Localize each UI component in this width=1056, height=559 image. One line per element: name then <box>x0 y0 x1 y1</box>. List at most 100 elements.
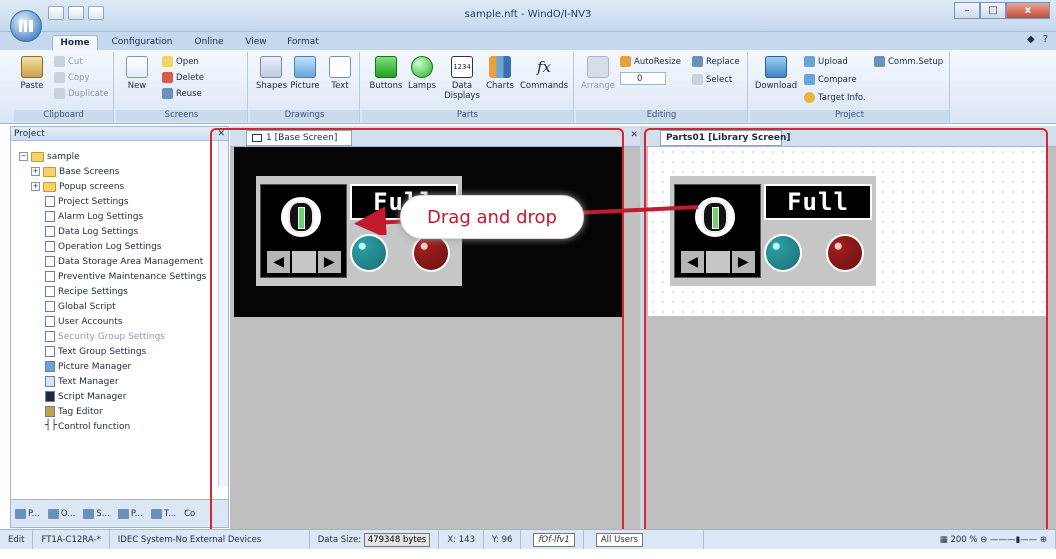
buttons-icon <box>375 56 397 78</box>
minimize-button[interactable]: – <box>954 2 980 19</box>
reuse-screen-button[interactable]: Reuse <box>162 88 202 99</box>
zoom-out-icon[interactable]: ⊖ <box>980 535 987 545</box>
data-displays-button[interactable]: 1234 Data Displays <box>442 56 482 101</box>
maximize-button[interactable]: □ <box>980 2 1006 19</box>
tab-configuration[interactable]: Configuration <box>104 35 180 50</box>
font-dropdown[interactable]: fOf-lfv1 <box>533 532 575 547</box>
select-button[interactable]: Select <box>692 74 732 85</box>
autoresize-value-field[interactable]: 0 <box>620 72 666 85</box>
status-device: IDEC System-No External Devices <box>110 529 310 550</box>
settings-doc-icon <box>45 256 55 267</box>
tree-node-operation-log[interactable]: Operation Log Settings <box>45 239 162 254</box>
comm-setup-icon <box>874 56 885 67</box>
app-logo-icon <box>19 20 33 32</box>
group-drawings: Shapes Picture Text Drawings <box>250 52 360 122</box>
status-users: All Users <box>584 529 704 550</box>
drag-and-drop-callout: Drag and drop <box>400 195 584 239</box>
tree-node-tag-editor[interactable]: Tag Editor <box>45 404 103 419</box>
status-font: fOf-lfv1 <box>521 529 584 550</box>
tab-view[interactable]: View <box>236 35 276 50</box>
project-pane-header: Project ✕ <box>11 127 228 141</box>
footer-tab-screens[interactable]: S... <box>83 508 110 519</box>
tree-node-recipe[interactable]: Recipe Settings <box>45 284 128 299</box>
screens-tab-icon <box>83 508 95 519</box>
download-button[interactable]: Download <box>754 56 798 91</box>
duplicate-button[interactable]: Duplicate <box>54 88 109 99</box>
arrange-button[interactable]: Arrange <box>580 56 616 91</box>
expand-icon[interactable]: + <box>31 167 40 176</box>
shapes-button[interactable]: Shapes <box>256 56 287 91</box>
target-info-button[interactable]: Target Info. <box>804 92 866 103</box>
folder-icon <box>31 151 44 162</box>
autoresize-button[interactable]: AutoResize <box>620 56 681 67</box>
fx-icon: fx <box>536 58 551 76</box>
editor-close-icon[interactable]: ✕ <box>630 130 638 140</box>
text-button[interactable]: Text <box>326 56 354 91</box>
tree-node-project-settings[interactable]: Project Settings <box>45 194 129 209</box>
open-screen-button[interactable]: Open <box>162 56 199 67</box>
tab-format[interactable]: Format <box>280 35 326 50</box>
data-displays-icon: 1234 <box>451 56 473 78</box>
upload-button[interactable]: Upload <box>804 56 848 67</box>
tree-node-text-manager[interactable]: Text Manager <box>45 374 119 389</box>
tree-node-control-function[interactable]: ┤├ Control function <box>45 419 130 434</box>
new-screen-button[interactable]: New <box>122 56 152 91</box>
settings-doc-icon <box>45 226 55 237</box>
group-label-clipboard: Clipboard <box>14 110 113 122</box>
group-label-drawings: Drawings <box>250 110 359 122</box>
delete-icon <box>162 72 173 83</box>
tree-node-user-accounts[interactable]: User Accounts <box>45 314 122 329</box>
tree-node-data-log[interactable]: Data Log Settings <box>45 224 138 239</box>
zoom-level: 200 % <box>950 534 978 545</box>
tree-node-popup-screens[interactable]: + Popup screens <box>31 179 124 194</box>
cut-button[interactable]: Cut <box>54 56 83 67</box>
cut-icon <box>54 56 65 67</box>
lamps-icon <box>411 56 433 78</box>
footer-tab-text[interactable]: T... <box>150 508 176 519</box>
tree-node-picture-manager[interactable]: Picture Manager <box>45 359 131 374</box>
style-icon[interactable]: ◆ <box>1027 34 1035 45</box>
settings-doc-icon <box>45 196 55 207</box>
tree-node-alarm-log[interactable]: Alarm Log Settings <box>45 209 143 224</box>
tab-online[interactable]: Online <box>186 35 232 50</box>
paste-button[interactable]: Paste <box>18 56 46 91</box>
tree-node-sample[interactable]: − sample <box>19 149 80 164</box>
comm-setup-button[interactable]: Comm.Setup <box>874 56 943 67</box>
expand-icon[interactable]: + <box>31 182 40 191</box>
status-mode: Edit <box>0 529 34 550</box>
view-mode-icon[interactable]: ▦ <box>940 535 948 545</box>
commands-button[interactable]: fx Commands <box>520 56 568 91</box>
footer-tab-objects[interactable]: O... <box>47 508 75 519</box>
footer-tab-parts[interactable]: P... <box>117 508 143 519</box>
footer-tab-project[interactable]: P... <box>15 508 40 519</box>
delete-screen-button[interactable]: Delete <box>162 72 204 83</box>
application-menu-button[interactable] <box>10 10 42 42</box>
zoom-in-icon[interactable]: ⊕ <box>1040 535 1047 545</box>
ribbon-tabs: Home Configuration Online View Format ◆ … <box>0 32 1056 50</box>
tree-node-preventive-maintenance[interactable]: Preventive Maintenance Settings <box>45 269 206 284</box>
tag-editor-icon <box>45 406 55 417</box>
collapse-icon[interactable]: − <box>19 152 28 161</box>
lamps-button[interactable]: Lamps <box>406 56 438 91</box>
tree-node-script-manager[interactable]: Script Manager <box>45 389 126 404</box>
picture-button[interactable]: Picture <box>290 56 320 91</box>
folder-icon <box>43 166 56 177</box>
tab-home[interactable]: Home <box>52 35 98 50</box>
charts-button[interactable]: Charts <box>484 56 516 91</box>
replace-button[interactable]: Replace <box>692 56 740 67</box>
copy-button[interactable]: Copy <box>54 72 90 83</box>
users-dropdown[interactable]: All Users <box>595 532 643 547</box>
help-icon[interactable]: ? <box>1043 34 1048 45</box>
buttons-button[interactable]: Buttons <box>368 56 404 91</box>
tree-node-text-group[interactable]: Text Group Settings <box>45 344 146 359</box>
tree-node-data-storage[interactable]: Data Storage Area Management <box>45 254 203 269</box>
tree-node-global-script[interactable]: Global Script <box>45 299 116 314</box>
tree-node-base-screens[interactable]: + Base Screens <box>31 164 119 179</box>
zoom-slider[interactable]: ———▮—— <box>990 535 1037 545</box>
open-icon <box>162 56 173 67</box>
settings-doc-icon <box>45 241 55 252</box>
footer-tab-comm[interactable]: Co <box>184 509 195 519</box>
compare-button[interactable]: Compare <box>804 74 857 85</box>
tree-node-security-group[interactable]: Security Group Settings <box>45 329 165 344</box>
close-button[interactable]: x <box>1006 2 1050 19</box>
